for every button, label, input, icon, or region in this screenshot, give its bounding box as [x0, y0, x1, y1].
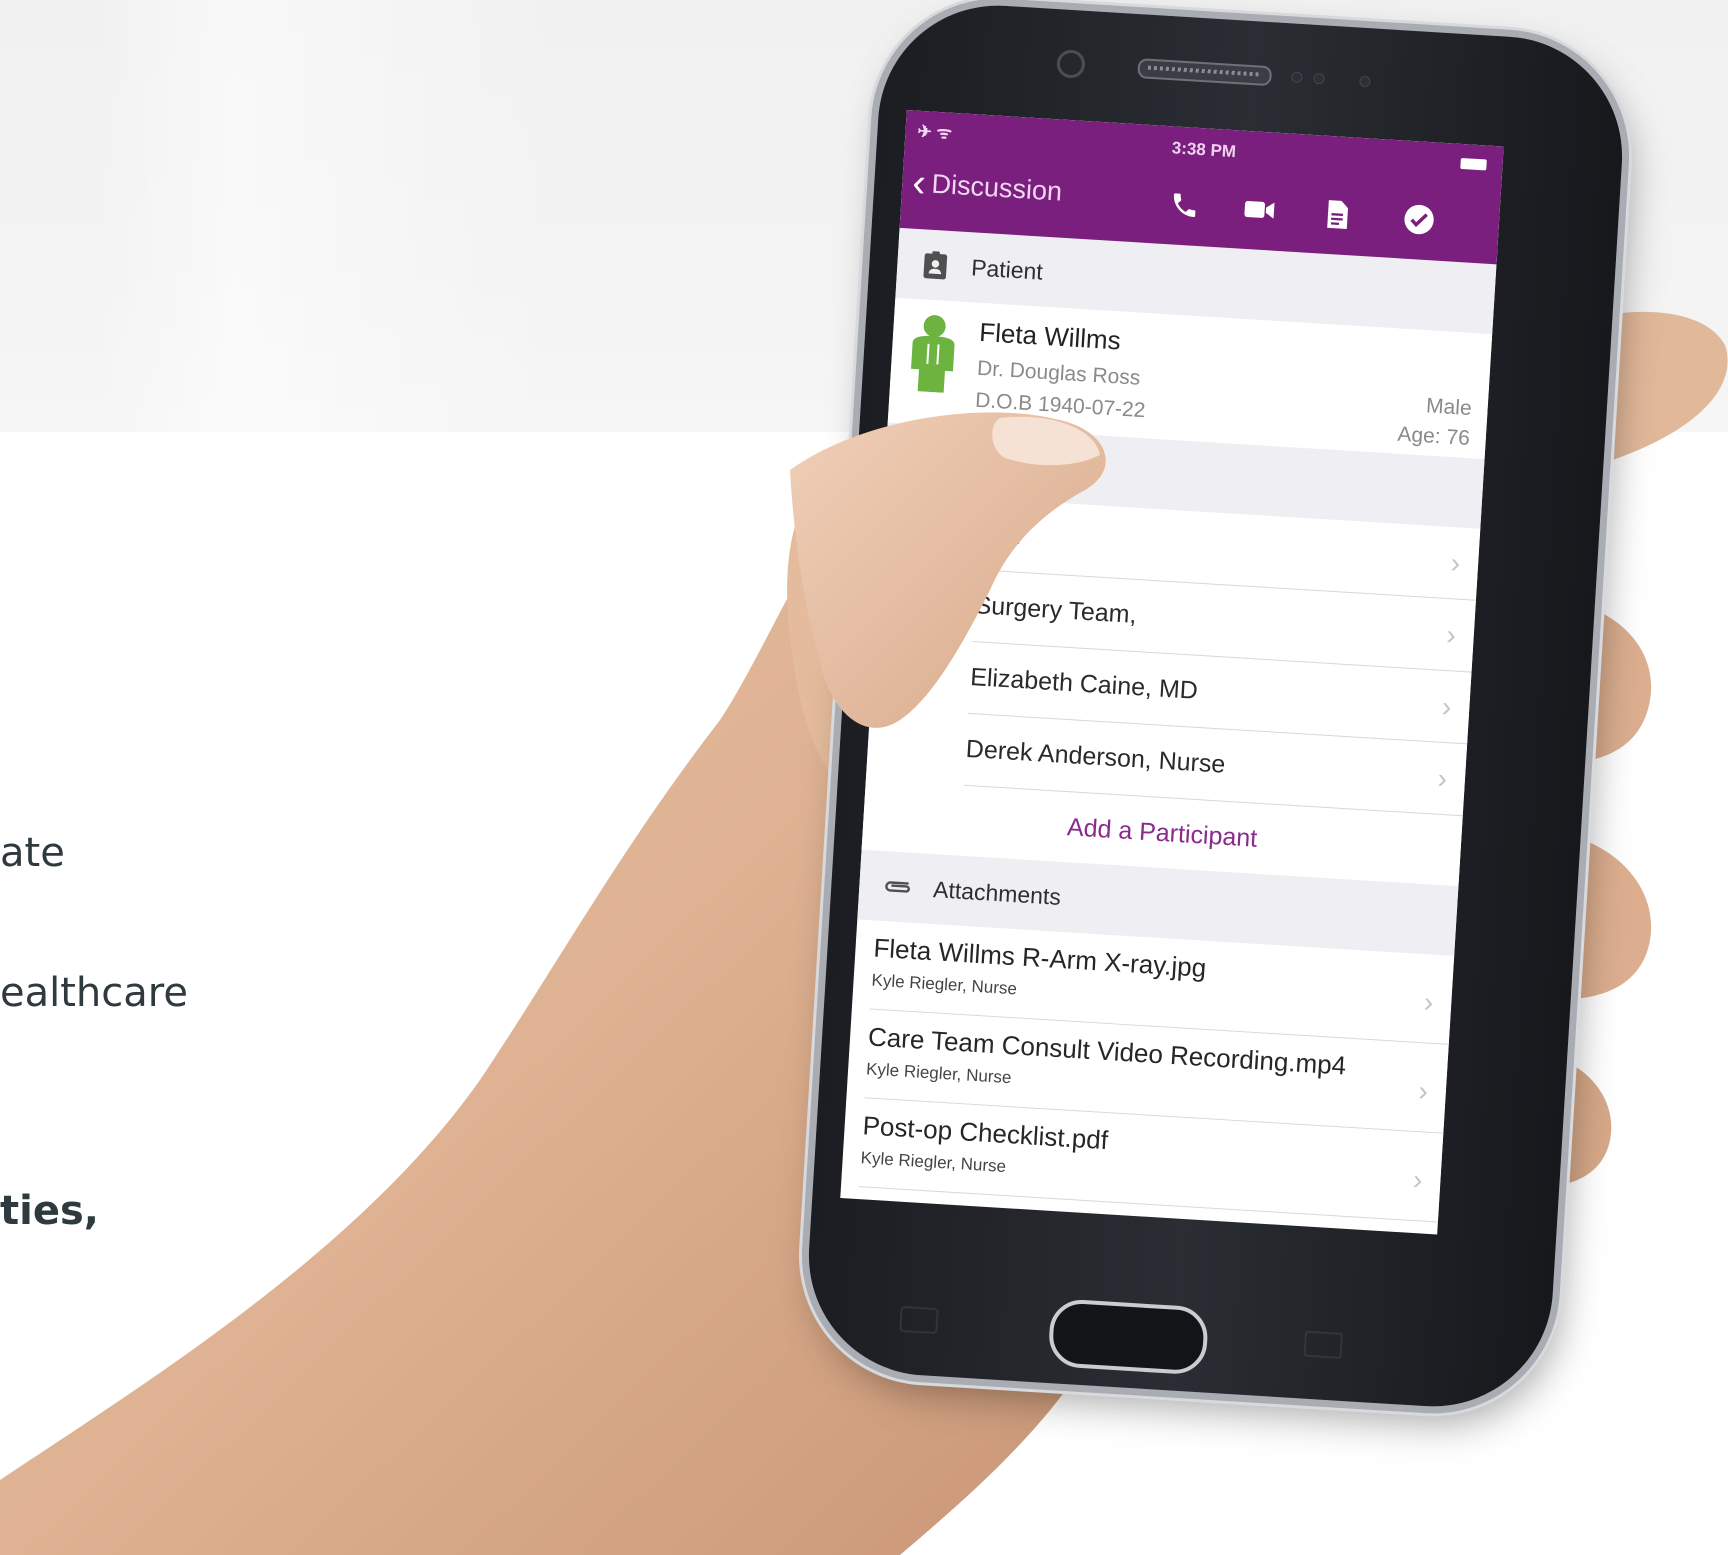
patient-sex: Male — [1425, 394, 1473, 421]
back-softkey-icon — [899, 1305, 939, 1335]
battery-icon — [1460, 157, 1487, 171]
chevron-right-icon: › — [1412, 1163, 1424, 1196]
participant-label: You — [978, 519, 1023, 550]
chevron-left-icon: ‹ — [911, 160, 928, 206]
home-button[interactable] — [1047, 1298, 1210, 1376]
participant-label: Derek Anderson, Nurse — [965, 734, 1227, 779]
patient-dob: D.O.B 1940-07-22 — [974, 388, 1147, 423]
back-button[interactable]: ‹ Discussion — [911, 160, 1063, 212]
app-screen: ✈ ᯤ 3:38 PM ‹ Discussion Patient Fleta W… — [840, 110, 1504, 1235]
checkmark-icon[interactable] — [1400, 200, 1438, 238]
paperclip-icon — [878, 868, 916, 906]
recents-softkey-icon — [1303, 1330, 1343, 1359]
document-icon[interactable] — [1318, 195, 1356, 233]
chevron-right-icon: › — [1417, 1075, 1429, 1107]
chevron-right-icon: › — [1441, 690, 1453, 723]
participant-label: Surgery Team, — [973, 591, 1138, 629]
chevron-right-icon: › — [1449, 547, 1462, 579]
chevron-right-icon: › — [1445, 618, 1457, 651]
attachment-author: Kyle Riegler, Nurse — [860, 1148, 1007, 1177]
attachments-section-title: Attachments — [932, 875, 1062, 910]
chevron-right-icon: › — [1423, 986, 1435, 1018]
participant-list: You › Surgery Team, › Elizabeth Caine, M… — [861, 492, 1481, 887]
patient-age: Age: 76 — [1396, 422, 1471, 451]
people-icon — [904, 441, 942, 479]
patient-section-title: Patient — [970, 253, 1044, 285]
attachment-author: Kyle Riegler, Nurse — [871, 970, 1018, 999]
back-label: Discussion — [930, 168, 1063, 207]
chevron-right-icon: › — [1436, 762, 1448, 795]
participant-label: Elizabeth Caine, MD — [969, 663, 1199, 705]
phone-icon[interactable] — [1165, 186, 1203, 224]
patient-name: Fleta Willms — [978, 316, 1122, 356]
video-icon[interactable] — [1240, 191, 1278, 229]
patient-doctor: Dr. Douglas Ross — [976, 356, 1141, 390]
attachment-author: Kyle Riegler, Nurse — [865, 1059, 1013, 1088]
phone-device: ✈ ᯤ 3:38 PM ‹ Discussion Patient Fleta W… — [801, 0, 1630, 1414]
id-badge-icon — [916, 246, 954, 284]
attachment-list: Fleta Willms R-Arm X-ray.jpg Kyle Riegle… — [841, 920, 1455, 1223]
attachment-name: Post-op Checklist.pdf — [861, 1110, 1109, 1156]
participants-section-title: Participants — [958, 448, 1081, 482]
patient-avatar-icon — [904, 313, 963, 394]
